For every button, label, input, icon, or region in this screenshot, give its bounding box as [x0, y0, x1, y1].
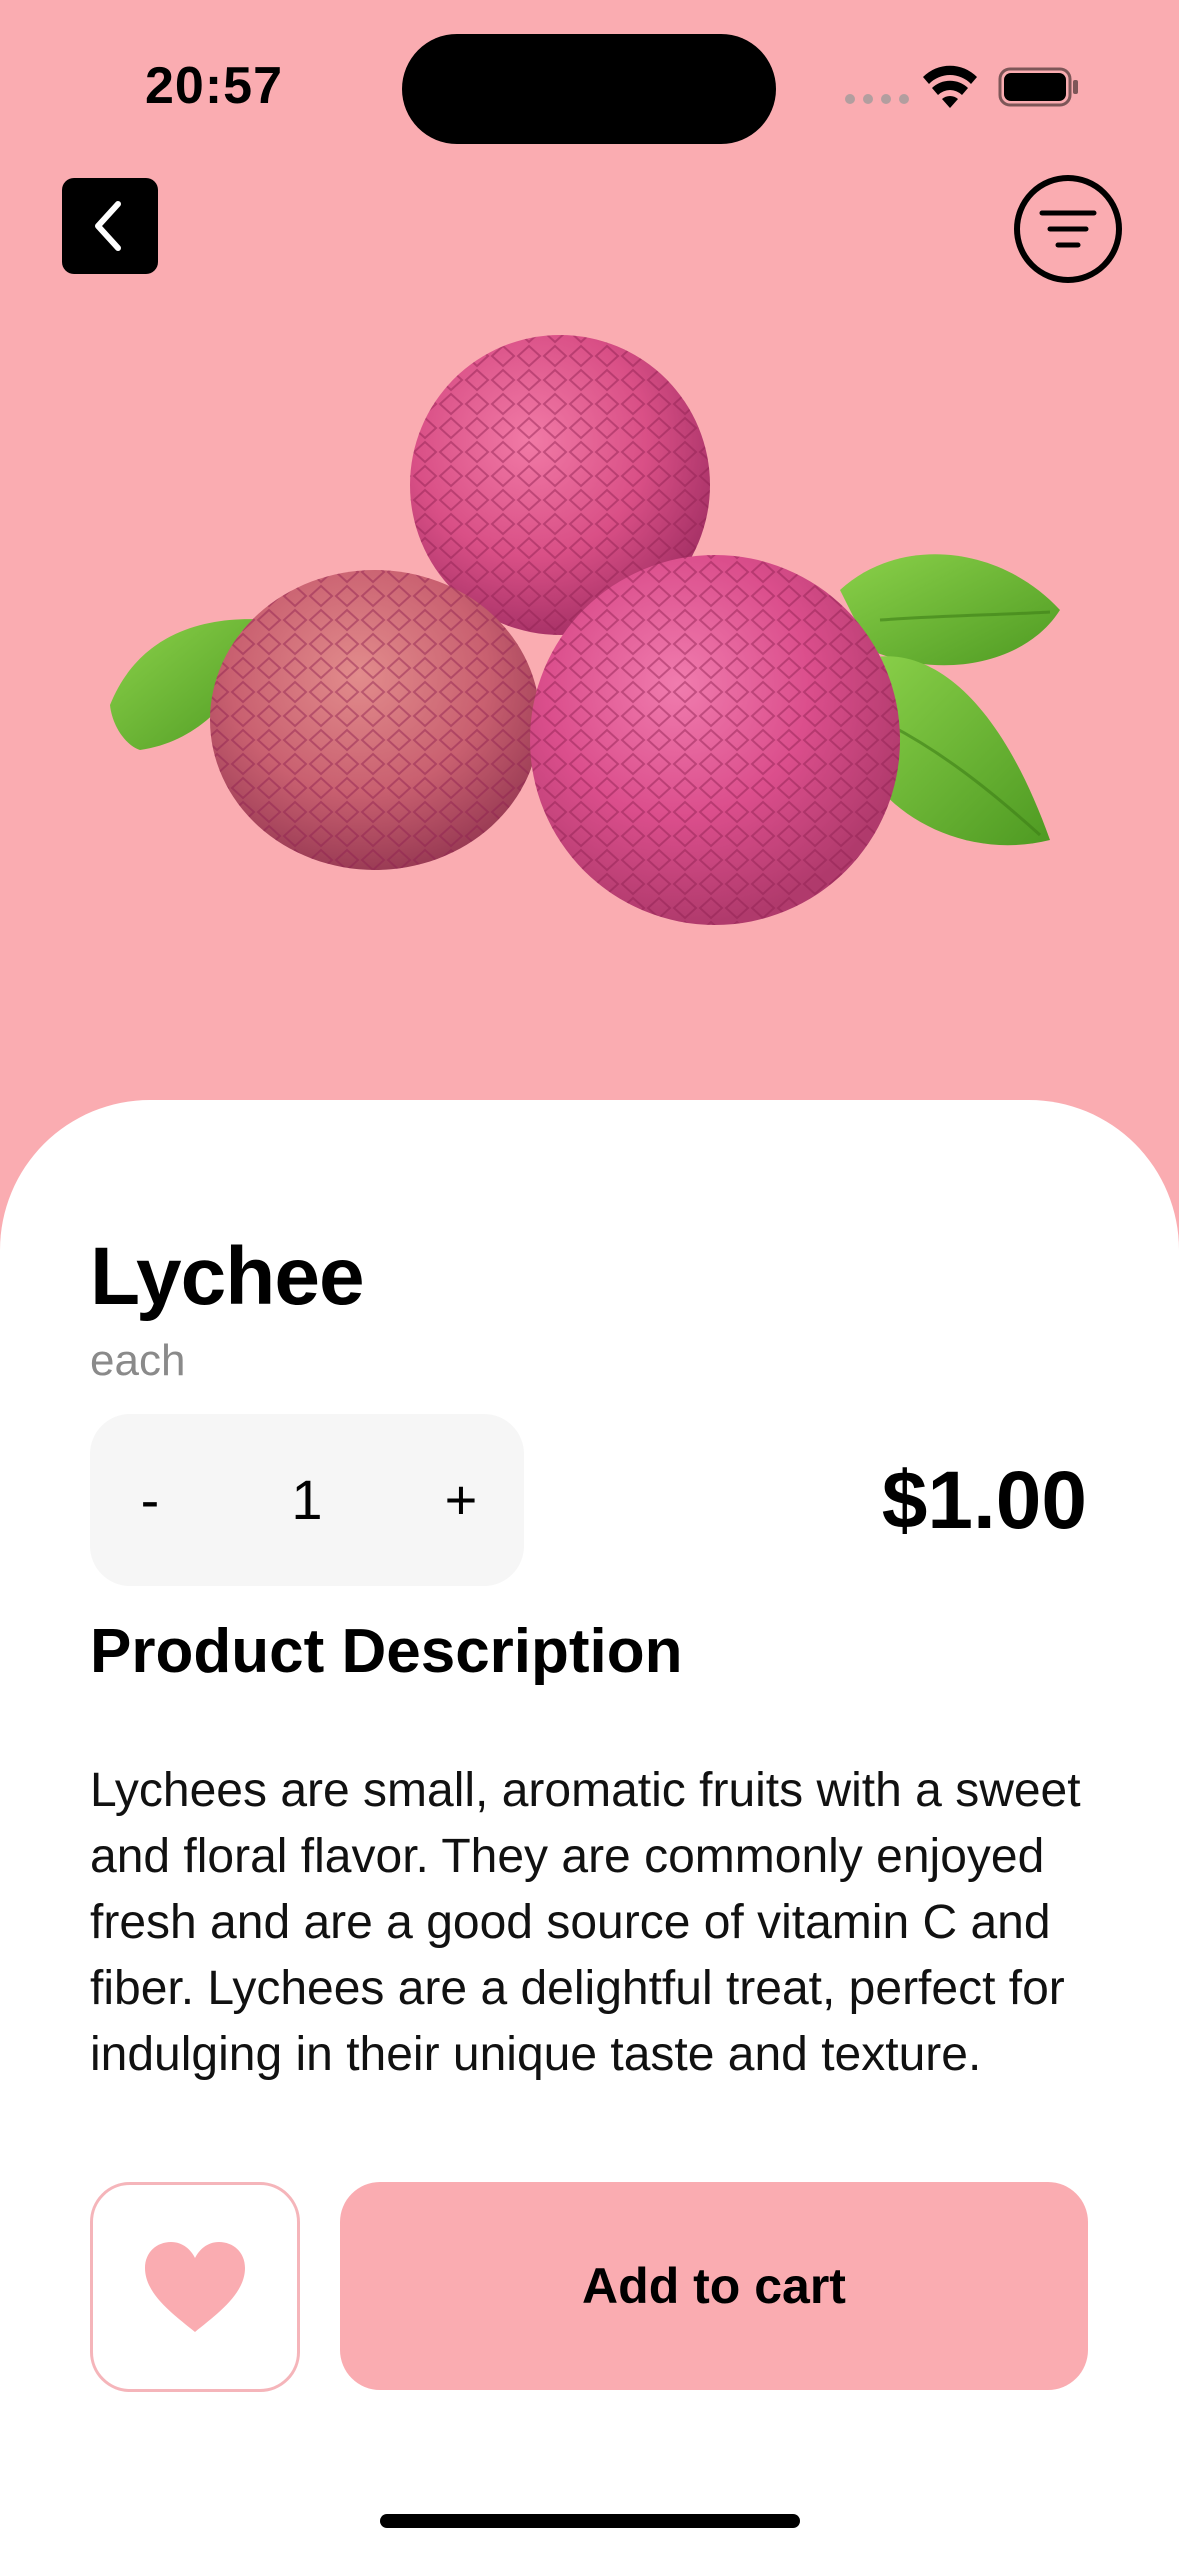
product-title: Lychee [90, 1231, 365, 1322]
heart-icon [145, 2242, 245, 2332]
description-text: Lychees are small, aromatic fruits with … [90, 1764, 1081, 2081]
status-time: 20:57 [145, 57, 283, 115]
product-image [110, 335, 1060, 925]
chevron-left-icon [95, 201, 121, 251]
dynamic-island [402, 34, 776, 144]
decrease-quantity-button[interactable]: - [120, 1414, 180, 1586]
product-unit: each [90, 1336, 186, 1385]
add-to-cart-button[interactable]: Add to cart [340, 2182, 1088, 2390]
wifi-icon [923, 65, 977, 108]
add-to-cart-label: Add to cart [582, 2258, 846, 2314]
back-button[interactable] [62, 178, 158, 274]
description-heading: Product Description [90, 1617, 683, 1686]
filter-icon [1039, 210, 1097, 248]
product-price: $1.00 [881, 1455, 1087, 1546]
favorite-button[interactable] [90, 2182, 300, 2392]
home-indicator[interactable] [380, 2514, 800, 2528]
quantity-value: 1 [291, 1468, 323, 1531]
status-bar: 20:57 [0, 0, 1179, 170]
signal-icon [845, 94, 909, 104]
quantity-stepper: - 1 + [90, 1414, 524, 1586]
filter-button[interactable] [1014, 175, 1122, 283]
battery-icon [998, 67, 1078, 107]
increase-quantity-button[interactable]: + [426, 1414, 496, 1586]
